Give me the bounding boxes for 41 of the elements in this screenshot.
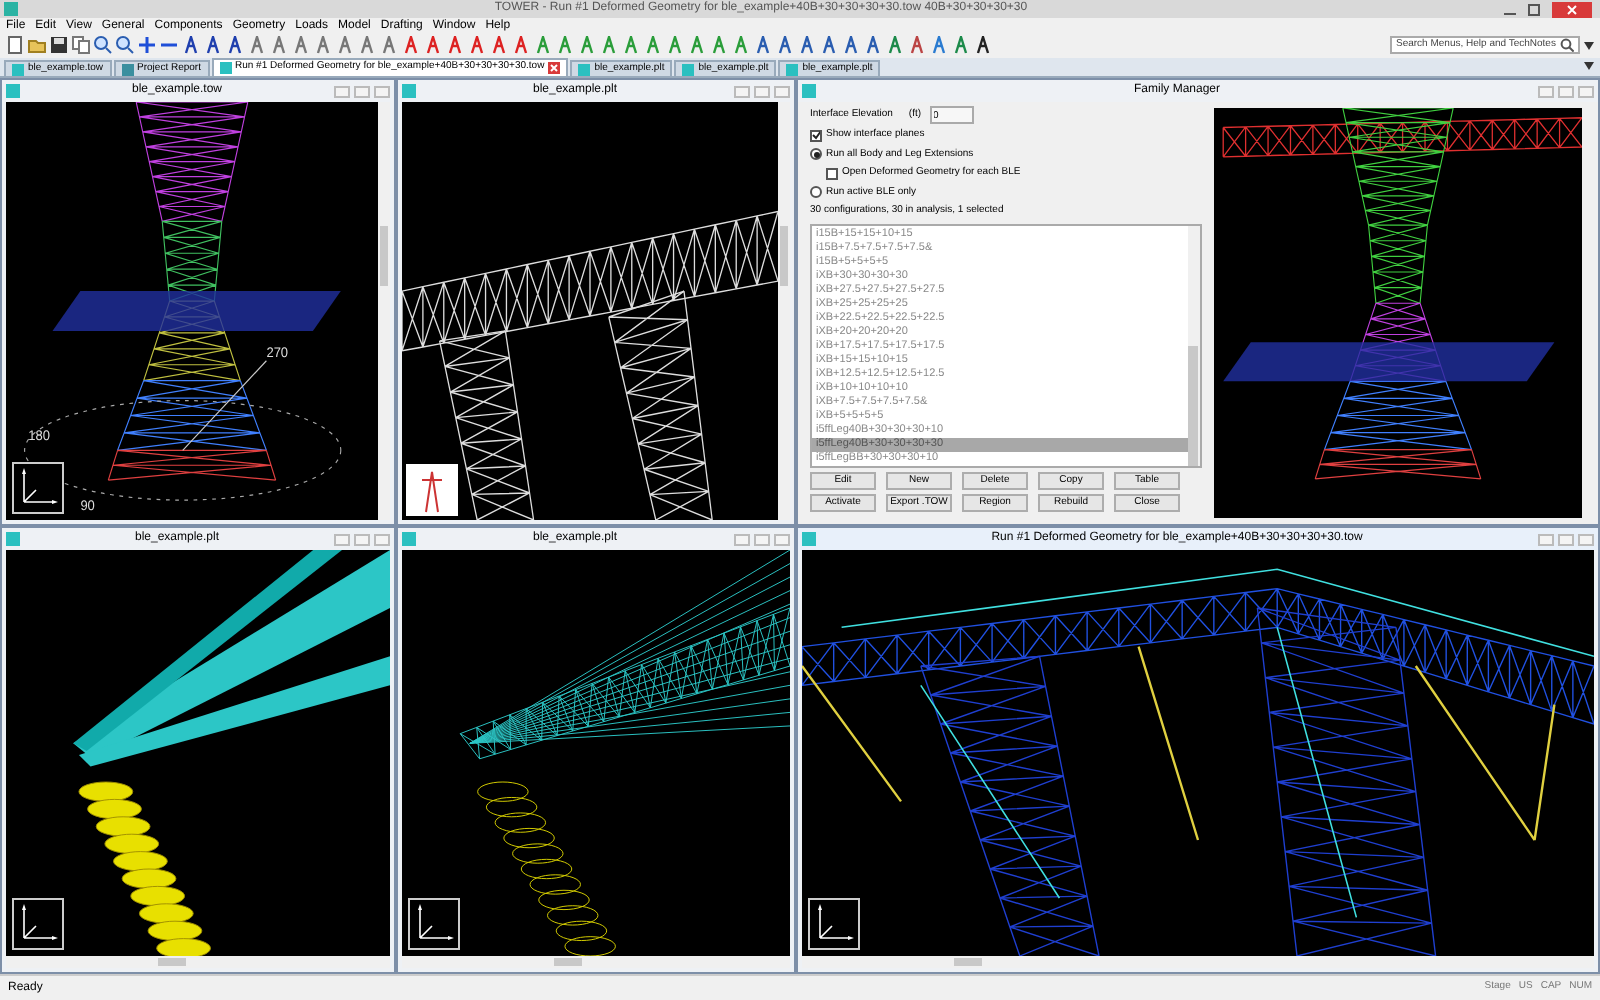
tower-tool-icon[interactable] bbox=[204, 36, 222, 54]
axis-triad-icon bbox=[12, 462, 64, 514]
scroll-bar[interactable] bbox=[1188, 225, 1200, 465]
tower-tool-icon[interactable] bbox=[226, 36, 244, 54]
dropdown-caret-icon[interactable] bbox=[1584, 41, 1594, 49]
document-icon bbox=[402, 84, 416, 98]
document-icon bbox=[402, 532, 416, 546]
save-icon[interactable] bbox=[50, 36, 68, 54]
tab-list-caret-icon[interactable] bbox=[1584, 62, 1594, 70]
document-icon bbox=[578, 63, 591, 75]
scroll-bar[interactable] bbox=[778, 102, 790, 520]
axis-triad-icon bbox=[408, 898, 460, 950]
search-icon bbox=[1560, 38, 1574, 52]
zoom-in-icon[interactable] bbox=[94, 36, 112, 54]
checkbox[interactable] bbox=[826, 167, 838, 180]
app-icon bbox=[4, 2, 18, 16]
checkbox[interactable] bbox=[810, 129, 822, 142]
restore-icon[interactable] bbox=[1528, 3, 1540, 15]
radio-button[interactable] bbox=[810, 186, 822, 199]
scroll-bar[interactable] bbox=[402, 956, 790, 968]
zoom-out-icon[interactable] bbox=[116, 36, 134, 54]
axis-triad-icon bbox=[12, 898, 64, 950]
plus-icon[interactable] bbox=[138, 36, 156, 54]
leader-line bbox=[182, 360, 267, 451]
tower-tool-icon[interactable] bbox=[182, 36, 200, 54]
document-icon bbox=[802, 532, 816, 546]
axis-triad-icon bbox=[808, 898, 860, 950]
page-icon[interactable] bbox=[6, 36, 24, 54]
document-icon bbox=[219, 62, 231, 74]
close-icon[interactable] bbox=[548, 62, 561, 74]
document-icon bbox=[6, 532, 20, 546]
scroll-bar[interactable] bbox=[6, 956, 390, 968]
document-icon bbox=[682, 63, 695, 75]
close-icon[interactable] bbox=[1552, 1, 1592, 17]
tower-tool-icon[interactable] bbox=[974, 36, 992, 54]
copy-icon[interactable] bbox=[72, 36, 90, 54]
scroll-bar[interactable] bbox=[802, 956, 1594, 968]
tower-thumbnail bbox=[406, 464, 458, 516]
scroll-bar[interactable] bbox=[378, 102, 390, 520]
document-icon bbox=[121, 63, 134, 75]
radio-button[interactable] bbox=[810, 148, 822, 161]
